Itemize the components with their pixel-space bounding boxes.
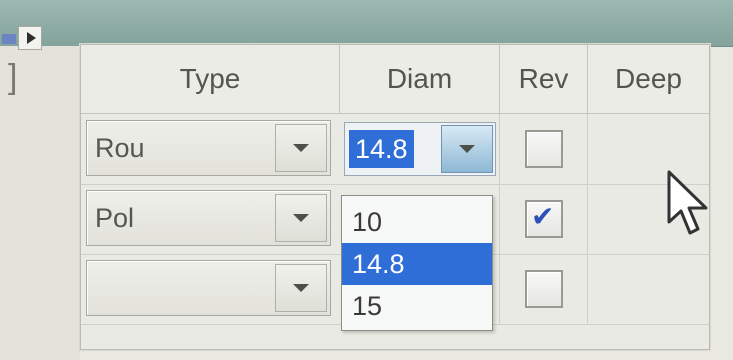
type-value-row-1: Rou — [95, 132, 145, 163]
type-select-row-3[interactable] — [86, 260, 331, 316]
rev-checkbox-row-1[interactable] — [525, 130, 563, 168]
chevron-down-icon — [293, 284, 309, 292]
rev-cell-row-1 — [500, 114, 588, 184]
table-row: Rou 14.8 — [81, 114, 709, 185]
diam-option[interactable]: 15 — [342, 285, 492, 327]
triangle-right-icon — [27, 32, 36, 44]
header-type[interactable]: Type — [81, 45, 340, 113]
toolbar-arrow-button[interactable] — [18, 26, 42, 50]
rev-cell-row-3 — [500, 254, 588, 324]
header-diam[interactable]: Diam — [340, 45, 500, 113]
diam-dropdown-button-row-1[interactable] — [441, 125, 493, 173]
sidebar-bracket-mark: ] — [8, 58, 18, 96]
rev-checkbox-row-2[interactable]: ✔ — [525, 200, 563, 238]
type-value-row-2: Pol — [95, 202, 135, 233]
rev-checkbox-row-3[interactable] — [525, 270, 563, 308]
diam-option[interactable]: 10 — [342, 201, 492, 243]
mouse-cursor-icon — [667, 170, 708, 235]
deep-cell-row-3[interactable] — [588, 254, 709, 324]
type-dropdown-button-row-3[interactable] — [275, 264, 327, 312]
background-window-header — [0, 0, 733, 47]
table-header-row: Type Diam Rev Deep — [81, 45, 709, 114]
type-dropdown-button-row-1[interactable] — [275, 124, 327, 172]
diam-options-list[interactable]: 10 14.8 15 — [341, 195, 493, 331]
header-rev[interactable]: Rev — [500, 45, 588, 113]
diam-selected-value-row-1: 14.8 — [349, 130, 414, 168]
type-dropdown-button-row-2[interactable] — [275, 194, 327, 242]
diam-select-row-1[interactable]: 14.8 — [344, 122, 496, 176]
header-deep[interactable]: Deep — [588, 45, 709, 113]
rev-cell-row-2: ✔ — [500, 184, 588, 254]
check-icon: ✔ — [531, 201, 555, 232]
type-select-row-2[interactable]: Pol — [86, 190, 331, 246]
chevron-down-icon — [293, 214, 309, 222]
type-select-row-1[interactable]: Rou — [86, 120, 331, 176]
diam-option-selected[interactable]: 14.8 — [342, 243, 492, 285]
chevron-down-icon — [293, 144, 309, 152]
toolbar-left-icon — [2, 34, 16, 44]
chevron-down-icon — [459, 145, 475, 153]
diam-cell-row-1: 14.8 — [340, 114, 500, 184]
